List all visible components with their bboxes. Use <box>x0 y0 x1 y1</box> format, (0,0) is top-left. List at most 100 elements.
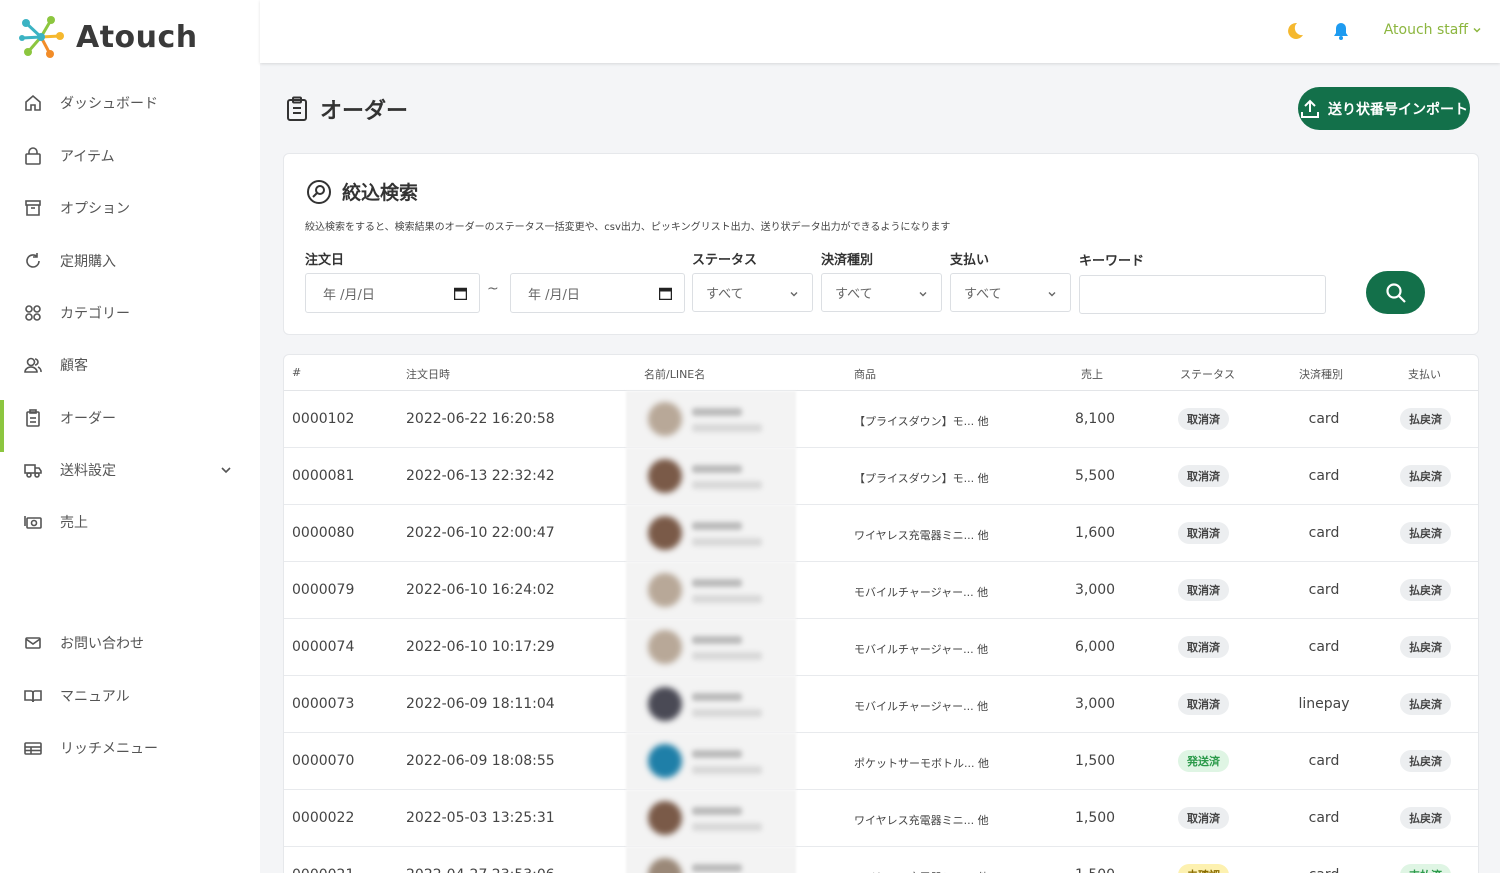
sidebar-item-subscription[interactable]: 定期購入 <box>0 239 260 283</box>
column-header-payment[interactable]: 支払い <box>1408 366 1441 382</box>
search-button[interactable] <box>1366 271 1425 314</box>
sidebar-item-shipping[interactable]: 送料設定 <box>0 448 260 492</box>
sidebar: Atouch ダッシュボード アイテム オプション 定期購入 カテゴリー 顧客 <box>0 0 260 873</box>
table-row[interactable]: 0000022 2022-05-03 13:25:31 ワイヤレス充電器ミニ... … <box>284 790 1478 847</box>
calendar-icon[interactable] <box>659 287 672 300</box>
order-date: 2022-06-10 10:17:29 <box>406 639 555 655</box>
refresh-icon <box>22 250 44 272</box>
order-id[interactable]: 0000022 <box>292 810 354 826</box>
table-row[interactable]: 0000080 2022-06-10 22:00:47 ワイヤレス充電器ミニ... … <box>284 505 1478 562</box>
table-row[interactable]: 0000079 2022-06-10 16:24:02 モバイルチャージャー... … <box>284 562 1478 619</box>
payment-type-select[interactable]: すべて <box>821 273 942 312</box>
avatar <box>648 858 682 873</box>
column-header-sales[interactable]: 売上 <box>1081 366 1103 382</box>
cash-icon <box>22 511 44 533</box>
payment-badge: 払戻済 <box>1400 465 1451 487</box>
filter-description: 絞込検索をすると、検索結果のオーダーのステータス一括変更や、csv出力、ピッキン… <box>305 222 951 233</box>
table-row[interactable]: 0000081 2022-06-13 22:32:42 【プライスダウン】モ... … <box>284 448 1478 505</box>
payment-badge: 払戻済 <box>1400 636 1451 658</box>
date-from-input[interactable]: 年 /月/日 <box>305 273 480 313</box>
sidebar-item-category[interactable]: カテゴリー <box>0 291 260 335</box>
status-badge: 取消済 <box>1178 636 1229 658</box>
table-header: # 注文日時 名前/LINE名 商品 売上 ステータス 決済種別 支払い <box>284 355 1478 391</box>
payment-method: linepay <box>1298 696 1350 712</box>
order-id[interactable]: 0000021 <box>292 867 354 873</box>
keyword-input[interactable] <box>1079 275 1326 314</box>
order-product: ワイヤレス充電器ミニ... 他 <box>854 529 989 542</box>
brand-logo[interactable]: Atouch <box>18 14 198 60</box>
column-header-product[interactable]: 商品 <box>854 366 876 382</box>
chevron-down-icon[interactable] <box>218 462 234 478</box>
sidebar-item-label: カテゴリー <box>60 306 130 322</box>
order-date: 2022-06-10 22:00:47 <box>406 525 555 541</box>
sidebar-item-items[interactable]: アイテム <box>0 134 260 178</box>
sidebar-item-label: マニュアル <box>60 689 130 705</box>
keyword-label: キーワード <box>1079 254 1145 269</box>
order-id[interactable]: 0000080 <box>292 525 354 541</box>
sidebar-item-label: アイテム <box>60 149 115 165</box>
user-menu[interactable]: Atouch staff <box>1384 22 1482 38</box>
sidebar-item-orders[interactable]: オーダー <box>0 396 260 452</box>
payment-select[interactable]: すべて <box>950 273 1071 312</box>
status-badge: 未確認 <box>1178 864 1229 873</box>
order-date: 2022-06-10 16:24:02 <box>406 582 555 598</box>
sidebar-item-label: お問い合わせ <box>60 636 144 652</box>
column-header-payment-type[interactable]: 決済種別 <box>1299 366 1343 382</box>
upload-icon <box>1301 99 1319 118</box>
table-row[interactable]: 0000102 2022-06-22 16:20:58 【プライスダウン】モ... … <box>284 391 1478 448</box>
avatar <box>648 573 682 607</box>
order-date: 2022-05-03 13:25:31 <box>406 810 555 826</box>
order-id[interactable]: 0000079 <box>292 582 354 598</box>
blurred-text <box>692 807 742 815</box>
payment-select-value: すべて <box>964 287 1002 302</box>
table-row[interactable]: 0000074 2022-06-10 10:17:29 モバイルチャージャー... … <box>284 619 1478 676</box>
avatar <box>648 516 682 550</box>
order-date: 2022-04-27 23:53:06 <box>406 867 555 873</box>
clipboard-icon <box>287 96 307 121</box>
column-header-name[interactable]: 名前/LINE名 <box>644 366 705 382</box>
column-header-status[interactable]: ステータス <box>1180 366 1235 382</box>
order-id[interactable]: 0000070 <box>292 753 354 769</box>
moon-icon[interactable] <box>1283 20 1305 42</box>
sidebar-item-dashboard[interactable]: ダッシュボード <box>0 81 260 125</box>
status-badge: 取消済 <box>1178 693 1229 715</box>
table-row[interactable]: 0000021 2022-04-27 23:53:06 ワイヤレス充電器ミニ... … <box>284 847 1478 873</box>
sidebar-item-manual[interactable]: マニュアル <box>0 674 260 718</box>
order-date: 2022-06-13 22:32:42 <box>406 468 555 484</box>
date-label: 注文日 <box>305 253 345 268</box>
sidebar-item-customers[interactable]: 顧客 <box>0 343 260 387</box>
chevron-down-icon <box>919 292 927 297</box>
import-tracking-button[interactable]: 送り状番号インポート <box>1298 87 1470 130</box>
order-sales: 8,100 <box>1075 411 1116 427</box>
table-row[interactable]: 0000073 2022-06-09 18:11:04 モバイルチャージャー... … <box>284 676 1478 733</box>
sidebar-item-sales[interactable]: 売上 <box>0 500 260 544</box>
blurred-text <box>692 522 742 530</box>
sidebar-item-rich-menu[interactable]: リッチメニュー <box>0 726 260 770</box>
sidebar-item-contact[interactable]: お問い合わせ <box>0 621 260 665</box>
order-id[interactable]: 0000073 <box>292 696 354 712</box>
customer-name-blurred <box>626 733 796 790</box>
sidebar-item-label: 顧客 <box>60 358 88 374</box>
order-id[interactable]: 0000102 <box>292 411 354 427</box>
calendar-icon[interactable] <box>454 287 467 300</box>
table-row[interactable]: 0000070 2022-06-09 18:08:55 ポケットサーモボトル... … <box>284 733 1478 790</box>
user-name: Atouch staff <box>1383 22 1468 38</box>
column-header-id[interactable]: # <box>292 366 301 379</box>
date-to-input[interactable]: 年 /月/日 <box>510 273 685 313</box>
blurred-text <box>692 709 762 717</box>
status-select[interactable]: すべて <box>692 273 813 312</box>
avatar <box>648 459 682 493</box>
order-id[interactable]: 0000074 <box>292 639 354 655</box>
home-icon <box>22 92 44 114</box>
order-id[interactable]: 0000081 <box>292 468 354 484</box>
sidebar-item-options[interactable]: オプション <box>0 186 260 230</box>
orders-table: # 注文日時 名前/LINE名 商品 売上 ステータス 決済種別 支払い 000… <box>283 354 1479 873</box>
date-from-placeholder: 年 /月/日 <box>323 287 375 303</box>
bell-icon[interactable] <box>1330 20 1352 42</box>
blurred-text <box>692 538 762 546</box>
status-badge: 取消済 <box>1178 579 1229 601</box>
chevron-down-icon <box>1048 292 1056 297</box>
column-header-date[interactable]: 注文日時 <box>406 366 450 382</box>
import-button-label: 送り状番号インポート <box>1328 101 1468 118</box>
payment-badge: 払戻済 <box>1400 522 1451 544</box>
